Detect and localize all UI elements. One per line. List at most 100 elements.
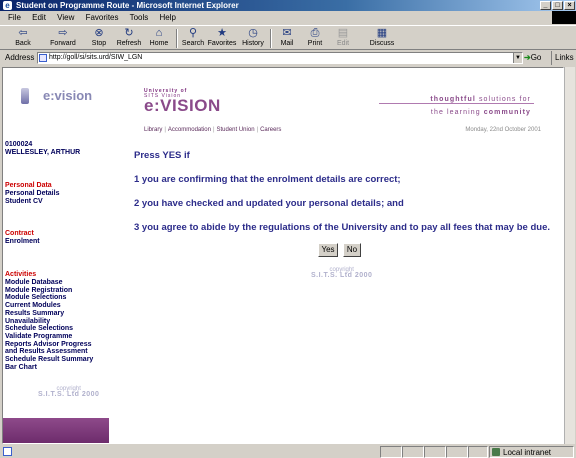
link-library[interactable]: Library (144, 127, 162, 133)
nav-results-summary[interactable]: Results Summary (5, 310, 64, 318)
window-title: Student on Programme Route - Microsoft I… (16, 1, 239, 10)
forward-arrow-icon: ⇨ (58, 27, 68, 39)
nav-module-database[interactable]: Module Database (5, 279, 63, 287)
nav-copyright: copyright S.I.T.S. Ltd 2000 (38, 386, 100, 398)
discuss-icon: ▦ (376, 27, 388, 39)
address-dropdown-icon[interactable]: ▼ (513, 53, 522, 63)
link-student-union[interactable]: Student Union (217, 127, 255, 133)
page-content: e:vision 0100024 WELLESLEY, ARTHUR Perso… (2, 67, 564, 444)
page-icon (39, 54, 47, 62)
ie-icon: e (3, 1, 12, 10)
security-zone: Local intranet (489, 446, 574, 458)
search-icon: ⚲ (188, 27, 198, 39)
nav-unavailability[interactable]: Unavailability (5, 318, 50, 326)
back-arrow-icon: ⇦ (18, 27, 28, 39)
go-arrow-icon: ➔ (524, 53, 531, 62)
nav-enrolment[interactable]: Enrolment (5, 238, 40, 246)
go-button[interactable]: ➔Go (524, 51, 541, 65)
nav-heading-activities: Activities (5, 271, 37, 278)
windows-logo (552, 11, 576, 24)
evision-logo: e:vision (21, 88, 101, 104)
menu-bar: File Edit View Favorites Tools Help (0, 11, 576, 24)
print-button[interactable]: ⎙ Print (305, 27, 325, 50)
vertical-scrollbar[interactable] (564, 67, 575, 444)
edit-button[interactable]: ▤ Edit (334, 27, 352, 50)
home-icon: ⌂ (155, 27, 163, 39)
refresh-icon: ↻ (124, 27, 134, 39)
student-name: WELLESLEY, ARTHUR (5, 149, 81, 156)
mail-icon: ✉ (282, 27, 292, 39)
mail-button[interactable]: ✉ Mail (276, 27, 298, 50)
menu-favorites[interactable]: Favorites (86, 13, 119, 22)
university-evision-logo: University of SITS Vision e:VISION (144, 88, 221, 115)
tagline-divider (379, 103, 534, 104)
nav-bar-chart[interactable]: Bar Chart (5, 364, 37, 372)
status-pane (380, 446, 402, 458)
address-bar: Address http://goll/si/sits.urd/SIW_LGN … (0, 51, 576, 65)
address-url: http://goll/si/sits.urd/SIW_LGN (49, 54, 143, 61)
back-button[interactable]: ⇦ Back (8, 27, 38, 50)
title-bar: e Student on Programme Route - Microsoft… (0, 0, 576, 11)
stop-icon: ⊗ (94, 27, 104, 39)
refresh-button[interactable]: ↻ Refresh (115, 27, 143, 50)
menu-edit[interactable]: Edit (32, 13, 46, 22)
nav-heading-personal: Personal Data (5, 182, 52, 189)
nav-schedule-selections[interactable]: Schedule Selections (5, 325, 73, 333)
search-button[interactable]: ⚲ Search (181, 27, 205, 50)
page-status-icon (3, 447, 12, 456)
minimize-button[interactable]: _ (540, 1, 551, 10)
nav-footer-block (3, 418, 109, 443)
home-button[interactable]: ⌂ Home (147, 27, 171, 50)
link-careers[interactable]: Careers (260, 127, 281, 133)
student-id: 0100024 (5, 141, 33, 148)
printer-icon: ⎙ (310, 27, 320, 39)
nav-personal-details[interactable]: Personal Details (5, 190, 59, 198)
tagline: thoughtful solutions for the learning co… (430, 96, 531, 116)
nav-module-selections[interactable]: Module Selections (5, 294, 66, 302)
link-accommodation[interactable]: Accommodation (168, 127, 211, 133)
toolbar: ⇦ Back ⇨ Forward ⊗ Stop ↻ Refresh ⌂ Home… (0, 25, 576, 50)
top-links: Library | Accommodation | Student Union | Care… (144, 127, 282, 133)
logo-mark (21, 88, 29, 104)
discuss-button[interactable]: ▦ Discuss (369, 27, 395, 50)
history-button[interactable]: ◷ History (240, 27, 266, 50)
status-pane (446, 446, 468, 458)
no-button[interactable]: No (343, 243, 361, 257)
condition-2: 2 you have checked and updated your pers… (134, 198, 404, 209)
menu-tools[interactable]: Tools (130, 13, 149, 22)
condition-1: 1 you are confirming that the enrolment … (134, 174, 401, 185)
nav-validate-programme[interactable]: Validate Programme (5, 333, 72, 341)
history-icon: ◷ (248, 27, 258, 39)
status-pane (468, 446, 488, 458)
intranet-icon (492, 448, 500, 456)
favorites-icon: ★ (217, 27, 227, 39)
nav-results-assessment[interactable]: and Results Assessment (5, 348, 88, 356)
toolbar-separator (270, 29, 272, 48)
left-nav: e:vision 0100024 WELLESLEY, ARTHUR Perso… (3, 68, 109, 443)
nav-heading-contract: Contract (5, 230, 34, 237)
nav-reports-advisor-progress[interactable]: Reports Advisor Progress (5, 341, 92, 349)
status-bar: Local intranet (0, 446, 576, 458)
favorites-button[interactable]: ★ Favorites (207, 27, 237, 50)
toolbar-separator (176, 29, 178, 48)
nav-current-modules[interactable]: Current Modules (5, 302, 61, 310)
maximize-button[interactable]: □ (552, 1, 563, 10)
links-button[interactable]: Links (551, 51, 574, 65)
address-label: Address (5, 53, 35, 62)
yes-button[interactable]: Yes (318, 243, 338, 257)
status-pane (424, 446, 446, 458)
menu-file[interactable]: File (8, 13, 21, 22)
forward-button[interactable]: ⇨ Forward (48, 27, 78, 50)
status-pane (402, 446, 424, 458)
main-copyright: copyright S.I.T.S. Ltd 2000 (311, 267, 373, 279)
stop-button[interactable]: ⊗ Stop (88, 27, 110, 50)
nav-student-cv[interactable]: Student CV (5, 198, 43, 206)
close-button[interactable]: × (564, 1, 575, 10)
address-input[interactable]: http://goll/si/sits.urd/SIW_LGN ▼ (37, 52, 523, 64)
prompt-heading: Press YES if (134, 150, 190, 161)
current-date: Monday, 22nd October 2001 (465, 127, 541, 133)
nav-module-registration[interactable]: Module Registration (5, 287, 72, 295)
nav-schedule-result-summary[interactable]: Schedule Result Summary (5, 356, 93, 364)
menu-view[interactable]: View (57, 13, 74, 22)
menu-help[interactable]: Help (160, 13, 176, 22)
